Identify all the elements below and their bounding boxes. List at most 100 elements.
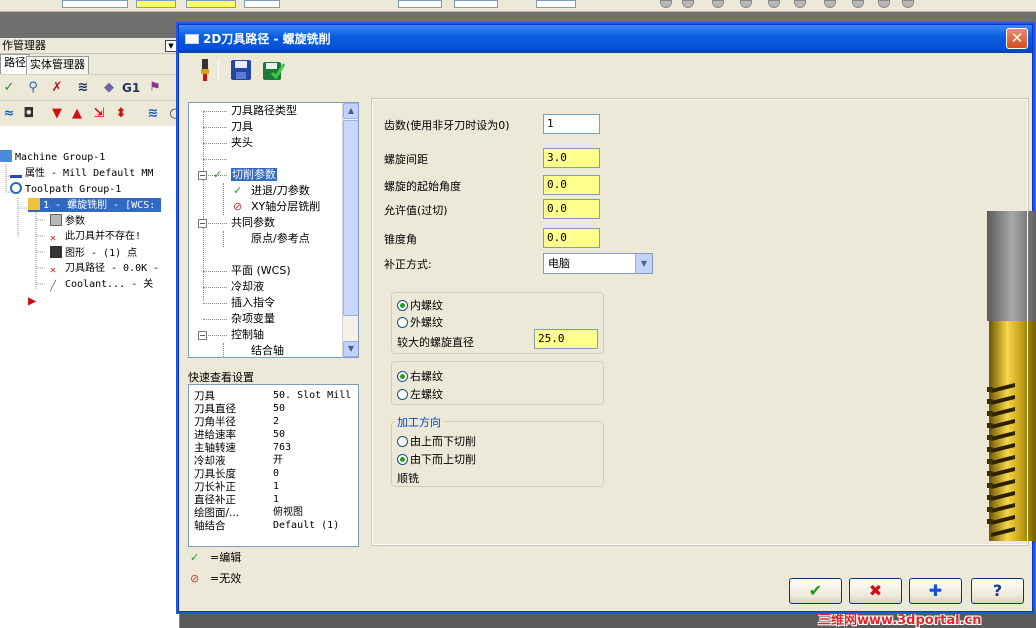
insert-arrow-marker-icon: ▶ — [28, 293, 37, 309]
radio-external-thread[interactable]: 外螺纹 — [397, 316, 443, 330]
tree-item-tool-missing[interactable]: ✕ 此刀具并不存在! — [50, 230, 141, 244]
taper-input[interactable]: 0.0 — [543, 228, 600, 248]
start-angle-input[interactable]: 0.0 — [543, 175, 600, 195]
properties-icon — [10, 166, 22, 178]
tree-item-misc-values[interactable]: 杂项变量 — [231, 311, 275, 327]
help-button[interactable]: ? — [971, 578, 1024, 604]
tree-scrollbar[interactable]: ▲ ▼ — [342, 103, 358, 357]
tree-item-axis-control[interactable]: 控制轴 — [231, 327, 264, 343]
tree-item-lead-in-out[interactable]: 进退/刀参数 — [251, 183, 310, 199]
insert-arrow-icon[interactable]: ⇲ — [90, 105, 108, 123]
folder-open-icon — [28, 198, 40, 210]
tree-item-operation[interactable]: 1 - 螺旋铣削 - [WCS: — [28, 198, 162, 212]
tree-line — [203, 303, 227, 304]
toolbar-field[interactable] — [186, 0, 236, 8]
scroll-up-button[interactable]: ▲ — [343, 103, 358, 119]
operations-manager: 作管理器 ▼ 路径 实体管理器 ✓ ⚲ ✗ ≋ ◆ G1 ⚑ ≈ ◘ ▼ ▲ ⇲… — [0, 38, 181, 628]
radio-dot — [397, 436, 408, 447]
toolbar-round-icon[interactable] — [824, 0, 836, 8]
toolbar-round-icon[interactable] — [712, 0, 724, 8]
legend-edit: ✓ =编辑 — [190, 551, 242, 564]
tree-item-xy-stepover[interactable]: XY轴分层铣削 — [251, 199, 320, 215]
select-all-icon[interactable]: ✓ — [0, 79, 18, 97]
chevron-down-icon[interactable]: ▼ — [165, 40, 177, 52]
dialog-titlebar[interactable]: 2D刀具路径 - 螺旋铣削 ✕ — [179, 25, 1032, 53]
save-icon[interactable] — [229, 58, 253, 82]
cancel-button[interactable]: ✖ — [849, 578, 902, 604]
toolbar-field[interactable] — [62, 0, 128, 8]
toolbar-field[interactable] — [136, 0, 176, 8]
scroll-down-button[interactable]: ▼ — [343, 341, 358, 357]
toolpath-display-icon[interactable]: ≋ — [144, 105, 162, 123]
compensation-select[interactable]: 电脑 ▼ — [543, 253, 653, 274]
toolbar-field[interactable] — [454, 0, 498, 8]
quick-view-label: 快速查看设置 — [188, 371, 254, 384]
tab-solids[interactable]: 实体管理器 — [26, 56, 89, 74]
move-up-icon[interactable]: ▲ — [68, 105, 86, 123]
toolbar-field[interactable] — [244, 0, 280, 8]
tree-item-cut-params[interactable]: 切削参数 — [231, 167, 277, 183]
highfeed-icon[interactable]: ⚑ — [146, 79, 164, 97]
regen-dirty-icon[interactable]: ✗ — [48, 79, 66, 97]
scroll-icon[interactable]: ⬍ — [112, 105, 130, 123]
toolbar-round-icon[interactable] — [768, 0, 780, 8]
allowance-input[interactable]: 0.0 — [543, 199, 600, 219]
radio-top-down[interactable]: 由上而下切削 — [397, 435, 476, 449]
radio-right-hand[interactable]: 右螺纹 — [397, 370, 443, 384]
toolbar-round-icon[interactable] — [660, 0, 672, 8]
regen-icon[interactable]: ⚲ — [24, 79, 42, 97]
toolbar-round-icon[interactable] — [794, 0, 806, 8]
radio-dot — [397, 371, 408, 382]
close-button[interactable]: ✕ — [1006, 28, 1028, 49]
radio-left-hand[interactable]: 左螺纹 — [397, 388, 443, 402]
tree-item-canned-text[interactable]: 插入指令 — [231, 295, 275, 311]
verify-icon[interactable]: ◆ — [100, 79, 118, 97]
radio-internal-thread[interactable]: 内螺纹 — [397, 299, 443, 313]
toolbar-field[interactable] — [536, 0, 576, 8]
climb-milling-note: 顺铣 — [397, 472, 419, 485]
lock-icon[interactable]: ◘ — [20, 105, 38, 123]
tree-item-geometry[interactable]: 图形 - (1) 点 — [50, 246, 137, 260]
toolbar-round-icon[interactable] — [682, 0, 694, 8]
manager-title: 作管理器 — [2, 39, 46, 52]
radio-bottom-up[interactable]: 由下而上切削 — [397, 453, 476, 467]
tree-line — [203, 319, 227, 320]
tree-collapse-button[interactable]: − — [198, 331, 207, 340]
tree-item-common-params[interactable]: 共同参数 — [231, 215, 275, 231]
tree-item-coolant[interactable]: 冷却液 — [231, 279, 264, 295]
tool-icon[interactable] — [193, 58, 217, 82]
post-g1-icon[interactable]: G1 — [122, 79, 140, 97]
move-down-icon[interactable]: ▼ — [48, 105, 66, 123]
tree-item-properties[interactable]: 属性 - Mill Default MM — [10, 166, 153, 180]
tree-collapse-button[interactable]: − — [198, 219, 207, 228]
wave-icon[interactable]: ≈ — [0, 105, 18, 123]
toolpath-invalid-icon: ✕ — [50, 265, 57, 276]
major-diameter-input[interactable]: 25.0 — [534, 329, 598, 349]
scroll-thumb[interactable] — [343, 120, 358, 316]
tree-item-machine-group[interactable]: Machine Group-1 — [0, 150, 105, 164]
tree-item-toolpath[interactable]: ✕ 刀具路径 - 0.0K - — [50, 262, 159, 276]
parameters-icon — [50, 214, 62, 226]
toolbar-round-icon[interactable] — [740, 0, 752, 8]
tree-item-axis-combination[interactable]: 结合轴 — [251, 343, 284, 357]
pitch-input[interactable]: 3.0 — [543, 148, 600, 168]
teeth-input[interactable]: 1 — [543, 114, 600, 134]
tree-collapse-button[interactable]: − — [198, 171, 207, 180]
toolbar-field[interactable] — [398, 0, 442, 8]
save-default-icon[interactable] — [261, 58, 285, 82]
tree-item-coolant[interactable]: ╱ Coolant... - 关 — [50, 278, 153, 292]
tree-item-toolpath-type[interactable]: 刀具路径类型 — [231, 103, 297, 119]
backplot-icon[interactable]: ≋ — [74, 79, 92, 97]
tree-item-plane[interactable]: 平面 (WCS) — [231, 263, 291, 279]
toolbar-round-icon[interactable] — [852, 0, 864, 8]
toolbar-round-icon[interactable] — [878, 0, 890, 8]
tree-item-toolpath-group[interactable]: Toolpath Group-1 — [10, 182, 121, 196]
toolbar-round-icon[interactable] — [902, 0, 914, 8]
tree-item-tool[interactable]: 刀具 — [231, 119, 253, 135]
tree-item-holder[interactable]: 夹头 — [231, 135, 253, 151]
add-button[interactable]: ✚ — [909, 578, 962, 604]
ok-button[interactable]: ✔ — [789, 578, 842, 604]
tree-item-home-ref[interactable]: 原点/参考点 — [251, 231, 310, 247]
tree-item-parameters[interactable]: 参数 — [50, 214, 85, 228]
chevron-down-icon[interactable]: ▼ — [635, 254, 652, 273]
